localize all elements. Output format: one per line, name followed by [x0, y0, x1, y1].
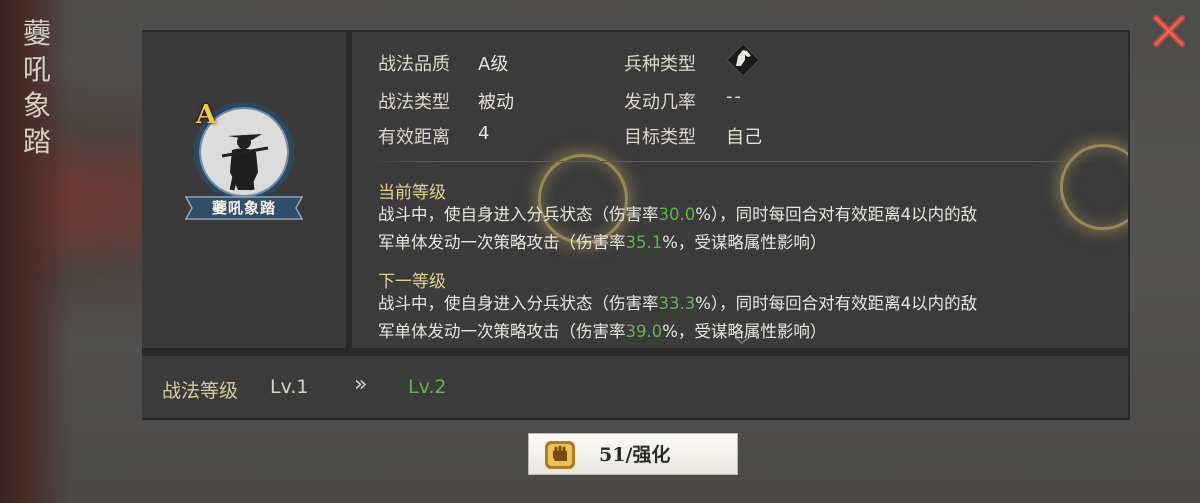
current-desc-line-1: 战斗中，使自身进入分兵状态（伤害率30.0%），同时每回合对有效距离4以内的敌 — [378, 205, 978, 224]
skill-name: 虁吼象踏 — [211, 199, 276, 217]
quality-value: A级 — [478, 54, 509, 75]
range-label: 有效距离 — [378, 127, 450, 148]
skill-level-label: 战法等级 — [162, 380, 239, 402]
target-type-value: 自己 — [726, 127, 762, 148]
upgrade-button[interactable]: 51/强化 — [528, 433, 738, 475]
close-button[interactable] — [1150, 12, 1188, 50]
range-value: 4 — [478, 123, 490, 144]
info-divider — [366, 161, 1106, 162]
next-desc-line-1: 战斗中，使自身进入分兵状态（伤害率33.3%），同时每回合对有效距离4以内的敌 — [378, 294, 978, 313]
current-level: Lv.1 — [270, 376, 309, 398]
close-icon — [1153, 15, 1185, 47]
type-value: 被动 — [478, 92, 514, 113]
scroll-down-icon — [735, 337, 749, 344]
grade-badge: A — [196, 100, 217, 130]
target-type-label: 目标类型 — [624, 127, 696, 148]
type-label: 战法类型 — [378, 92, 450, 113]
current-desc-line-2: 军单体发动一次策略攻击（伤害率35.1%，受谋略属性影响） — [378, 233, 827, 252]
current-strategy-rate: 35.1 — [625, 233, 663, 252]
fist-icon — [545, 441, 575, 469]
skill-title-vertical: 虁吼象踏 — [22, 17, 51, 158]
horse-icon — [726, 43, 760, 77]
level-arrow: » — [354, 372, 368, 397]
troop-type-label: 兵种类型 — [624, 54, 696, 75]
next-strategy-rate: 39.0 — [625, 322, 663, 341]
current-damage-rate: 30.0 — [658, 205, 696, 224]
quality-label: 战法品质 — [378, 54, 450, 75]
next-level: Lv.2 — [408, 376, 447, 398]
current-level-desc: 战斗中，使自身进入分兵状态（伤害率30.0%），同时每回合对有效距离4以内的敌 … — [378, 201, 1108, 257]
trigger-rate-label: 发动几率 — [624, 92, 696, 113]
next-level-title: 下一等级 — [378, 272, 446, 292]
current-level-title: 当前等级 — [378, 183, 446, 203]
upgrade-label: 51/强化 — [599, 444, 671, 466]
trigger-rate-value: -- — [726, 86, 743, 107]
next-damage-rate: 33.3 — [658, 294, 696, 313]
